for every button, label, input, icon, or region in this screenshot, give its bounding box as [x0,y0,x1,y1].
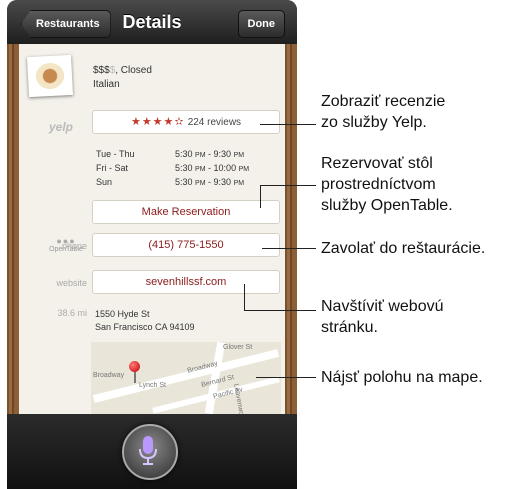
callout-map: Nájsť polohu na mape. [321,369,483,386]
iphone-screen: Restaurants Details Done $$$$, Closed It… [7,0,297,489]
address: 1550 Hyde St San Francisco CA 94109 [95,308,195,334]
phone-button[interactable]: (415) 775-1550 [92,233,280,257]
hours-row: Fri - Sat 5:30 PM - 10:00 PM [96,162,266,176]
callout-line [260,185,316,186]
website-label: website [56,278,87,288]
phone-label: phone [61,241,87,251]
callout-reservation: Rezervovať stôl prostredníctvom služby Ope… [321,155,453,214]
hours-time: 5:30 PM - 9:30 PM [175,177,245,187]
make-reservation-button[interactable]: Make Reservation [92,200,280,224]
street-label: Lynch St [139,382,166,389]
distance-label: 38.6 mi [57,308,87,318]
callout-line [244,284,245,310]
map-pin-icon[interactable] [129,361,140,372]
siri-microphone-button[interactable] [122,424,178,480]
callout-website: Navštíviť webovú stránku. [321,298,444,336]
callout-line [256,377,316,378]
callout-line [260,124,316,125]
callout-line [244,310,316,311]
callout-call: Zavolať do reštaurácie. [321,240,486,257]
street-label: Glover St [223,344,253,351]
hours-time: 5:30 PM - 9:30 PM [175,149,245,159]
hours-row: Tue - Thu 5:30 PM - 9:30 PM [96,148,266,162]
yelp-reviews-button[interactable]: ★★★★✫ 224 reviews [92,110,280,134]
reviews-count: 224 reviews [187,117,242,128]
open-status: , Closed [115,65,152,76]
price-status: $$$$, Closed [93,65,152,76]
hours-days: Sun [96,177,113,187]
food-photo-icon [35,62,65,90]
map-pin-stem [134,371,136,383]
street-label: Broadway [93,372,125,379]
wood-frame-right [285,44,297,414]
hours-days: Tue - Thu [96,149,135,159]
siri-bottom-bar [7,414,297,489]
yelp-logo: yelp [49,120,74,134]
wood-frame-left [7,44,19,414]
map-view[interactable]: Glover St Broadway Broadway Bernard St L… [91,342,281,414]
callout-yelp: Zobraziť recenzie zo služby Yelp. [321,93,446,131]
hours-time: 5:30 PM - 10:00 PM [175,163,250,173]
hours-days: Fri - Sat [96,163,129,173]
cuisine: Italian [93,79,120,90]
callout-line [262,248,316,249]
callout-line [260,185,261,208]
hours-row: Sun 5:30 PM - 9:30 PM [96,176,266,190]
address-line2: San Francisco CA 94109 [95,322,195,332]
opening-hours: Tue - Thu 5:30 PM - 9:30 PM Fri - Sat 5:… [96,148,266,190]
address-line1: 1550 Hyde St [95,309,150,319]
rating-stars: ★★★★✫ [130,116,185,128]
restaurant-details-card: $$$$, Closed Italian yelp ★★★★✫ 224 revi… [19,44,285,414]
restaurant-photo [26,54,74,98]
price-rating: $$$ [93,65,110,76]
navigation-bar: Restaurants Details Done [7,0,297,45]
done-button[interactable]: Done [237,10,285,38]
microphone-icon [139,436,157,465]
website-button[interactable]: sevenhillssf.com [92,270,280,294]
